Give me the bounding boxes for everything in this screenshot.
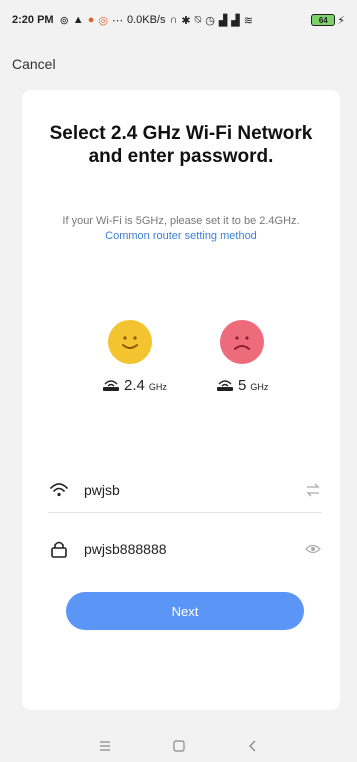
battery-indicator: 64 ⚡ xyxy=(311,14,345,27)
band-5ghz: 5 GHz xyxy=(216,377,268,394)
home-icon[interactable] xyxy=(170,737,188,755)
lock-icon xyxy=(48,538,70,560)
network-speed: 0.0KB/s xyxy=(126,14,166,26)
wifi-icon xyxy=(48,479,70,501)
switch-network-icon[interactable] xyxy=(304,481,322,499)
alarm-icon: ◷ xyxy=(205,14,215,27)
charging-icon: ⚡ xyxy=(337,14,345,27)
eye-icon[interactable] xyxy=(304,540,322,558)
hint-text: If your Wi-Fi is 5GHz, please set it to … xyxy=(62,215,300,227)
band-unit: GHz xyxy=(250,382,269,392)
app-badge-icon: ● xyxy=(87,14,95,26)
status-time: 2:20 PM xyxy=(12,14,54,26)
headset-icon: ∩ xyxy=(169,14,178,26)
battery-level: 64 xyxy=(318,15,328,25)
status-bar: 2:20 PM ⊚ ▲ ● ◎ ⋯ 0.0KB/s ∩ ✱ ⍉ ◷ ▟ ▟ ≋ … xyxy=(0,0,357,40)
next-button[interactable]: Next xyxy=(66,592,304,630)
wifi-setup-card: Select 2.4 GHz Wi-Fi Network and enter p… xyxy=(22,90,340,710)
sync-icon: ⊚ xyxy=(59,14,69,27)
cancel-button[interactable]: Cancel xyxy=(12,56,56,72)
warning-icon: ▲ xyxy=(72,14,84,26)
ssid-field[interactable]: pwjsb xyxy=(48,467,322,513)
hint-text-block: If your Wi-Fi is 5GHz, please set it to … xyxy=(44,214,318,244)
router-setting-link[interactable]: Common router setting method xyxy=(105,230,257,242)
more-icon: ⋯ xyxy=(111,14,123,27)
system-icons: ∩ ✱ ⍉ ◷ ▟ ▟ ≋ xyxy=(169,14,253,27)
notification-icons: ⊚ ▲ ● ◎ ⋯ xyxy=(60,14,123,27)
mute-icon: ⍉ xyxy=(194,13,202,26)
band-value: 2.4 xyxy=(124,377,145,394)
happy-face-icon xyxy=(108,320,152,364)
band-value: 5 xyxy=(238,377,247,394)
wifi-status-icon: ≋ xyxy=(243,14,253,27)
record-icon: ◎ xyxy=(98,14,108,27)
signal-icon-2: ▟ xyxy=(231,14,240,27)
battery-icon: 64 xyxy=(311,14,336,26)
system-nav-bar xyxy=(0,730,357,762)
signal-icon: ▟ xyxy=(218,14,228,27)
back-icon[interactable] xyxy=(244,737,262,755)
sad-face-icon xyxy=(220,320,264,364)
router-icon xyxy=(102,377,120,394)
password-field[interactable]: pwjsb888888 xyxy=(48,526,322,572)
password-input[interactable]: pwjsb888888 xyxy=(84,541,304,557)
band-24ghz: 2.4 GHz xyxy=(102,377,167,394)
page-title: Select 2.4 GHz Wi-Fi Network and enter p… xyxy=(49,123,313,167)
band-unit: GHz xyxy=(148,382,167,392)
menu-icon[interactable] xyxy=(96,737,114,755)
bluetooth-icon: ✱ xyxy=(181,14,191,27)
ssid-input[interactable]: pwjsb xyxy=(84,482,304,498)
router-icon xyxy=(216,377,234,394)
